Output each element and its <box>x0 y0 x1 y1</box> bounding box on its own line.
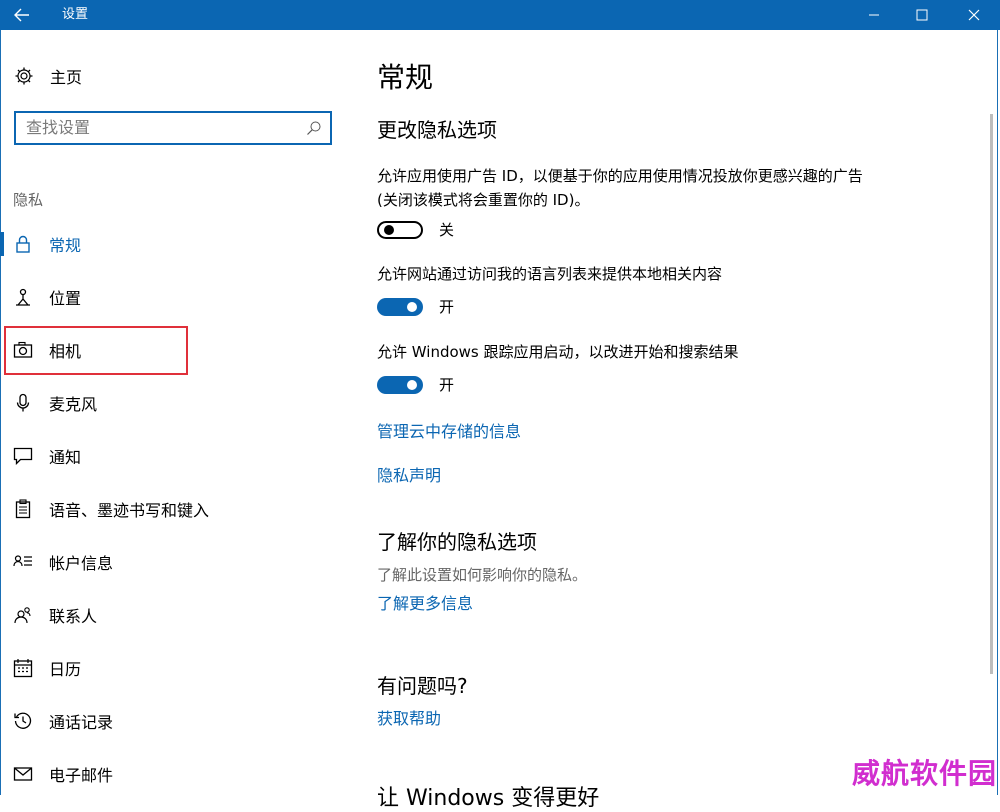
maximize-icon <box>916 9 928 21</box>
search-icon[interactable] <box>306 120 322 136</box>
sidebar-section-label: 隐私 <box>13 191 44 209</box>
section-heading-know-privacy: 了解你的隐私选项 <box>377 530 537 554</box>
home-label: 主页 <box>50 68 83 87</box>
section-heading-privacy-options: 更改隐私选项 <box>377 118 497 142</box>
toggle-state-label: 关 <box>439 221 455 239</box>
toggle-knob <box>384 224 394 235</box>
maximize-button[interactable] <box>898 0 946 30</box>
option-advertising-id-text: 允许应用使用广告 ID，以便基于你的应用使用情况投放你更感兴趣的广告(关闭该模式… <box>377 167 863 209</box>
section-description: 了解此设置如何影响你的隐私。 <box>377 566 588 584</box>
calendar-icon <box>12 657 34 679</box>
sidebar-item-notifications[interactable]: 通知 <box>0 434 350 478</box>
get-help-link[interactable]: 获取帮助 <box>377 705 441 729</box>
toggle-state-label: 开 <box>439 376 455 394</box>
toggle-knob <box>407 379 417 390</box>
toggle-knob <box>407 301 417 312</box>
sidebar-item-label: 位置 <box>49 289 82 308</box>
sidebar-item-label: 通话记录 <box>49 713 114 732</box>
learn-more-link[interactable]: 了解更多信息 <box>377 590 473 614</box>
toggle-switch-on[interactable] <box>377 297 423 316</box>
back-arrow-icon <box>14 8 29 22</box>
home-nav-item[interactable]: 主页 <box>14 64 82 88</box>
sidebar-item-speech-inking[interactable]: 语音、墨迹书写和键入 <box>0 487 350 531</box>
sidebar-item-label: 通知 <box>49 448 82 467</box>
page-title: 常规 <box>377 61 434 94</box>
sidebar-item-label: 电子邮件 <box>49 766 114 785</box>
sidebar-item-calendar[interactable]: 日历 <box>0 646 350 690</box>
minimize-button[interactable] <box>850 0 898 30</box>
sidebar-item-contacts[interactable]: 联系人 <box>0 593 350 637</box>
scrollbar[interactable] <box>990 114 993 674</box>
location-icon <box>12 286 34 308</box>
search-input[interactable] <box>26 113 306 141</box>
sidebar-item-account-info[interactable]: 帐户信息 <box>0 540 350 584</box>
section-heading-improve-windows: 让 Windows 变得更好 <box>377 786 600 811</box>
camera-highlight-box <box>4 326 188 375</box>
sidebar-item-microphone[interactable]: 麦克风 <box>0 381 350 425</box>
watermark-logo: 威航软件园 <box>852 757 998 790</box>
toggle-state-label: 开 <box>439 298 455 316</box>
sidebar-item-label: 常规 <box>49 236 82 255</box>
title-bar: 设置 <box>0 0 1000 30</box>
close-button[interactable] <box>950 0 998 30</box>
microphone-icon <box>12 392 34 414</box>
manage-cloud-info-link[interactable]: 管理云中存储的信息 <box>377 418 521 442</box>
option-language-list-text: 允许网站通过访问我的语言列表来提供本地相关内容 <box>377 265 723 283</box>
privacy-statement-link[interactable]: 隐私声明 <box>377 462 441 486</box>
notification-icon <box>12 445 34 467</box>
history-icon <box>12 710 34 732</box>
close-icon <box>968 9 980 21</box>
gear-icon <box>15 67 33 85</box>
sidebar-item-label: 日历 <box>49 660 82 679</box>
toggle-switch-on[interactable] <box>377 375 423 394</box>
sidebar-item-label: 联系人 <box>49 607 98 626</box>
sidebar-item-label: 语音、墨迹书写和键入 <box>49 501 210 520</box>
back-button[interactable] <box>0 0 44 30</box>
section-heading-questions: 有问题吗? <box>377 674 468 698</box>
option-app-tracking-toggle[interactable]: 开 <box>377 374 454 395</box>
clipboard-icon <box>12 498 34 520</box>
contacts-icon <box>12 604 34 626</box>
search-box[interactable] <box>14 111 332 145</box>
lock-icon <box>12 233 34 255</box>
toggle-switch-off[interactable] <box>377 220 423 239</box>
sidebar-item-label: 帐户信息 <box>49 554 114 573</box>
window-title: 设置 <box>62 7 89 22</box>
account-info-icon <box>12 551 34 573</box>
sidebar-item-call-history[interactable]: 通话记录 <box>0 699 350 743</box>
minimize-icon <box>869 14 879 16</box>
sidebar-item-label: 麦克风 <box>49 395 98 414</box>
mail-icon <box>12 763 34 785</box>
sidebar-item-general[interactable]: 常规 <box>0 222 350 266</box>
option-app-tracking-text: 允许 Windows 跟踪应用启动，以改进开始和搜索结果 <box>377 343 739 361</box>
option-advertising-id-toggle[interactable]: 关 <box>377 219 454 240</box>
option-language-list-toggle[interactable]: 开 <box>377 296 454 317</box>
sidebar-item-email[interactable]: 电子邮件 <box>0 752 350 796</box>
sidebar-item-location[interactable]: 位置 <box>0 275 350 319</box>
